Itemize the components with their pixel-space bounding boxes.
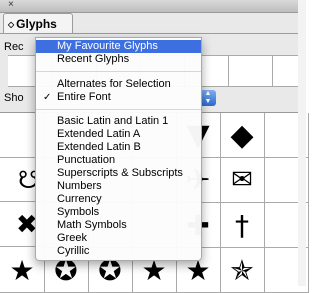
tab-glyphs-label: Glyphs bbox=[16, 17, 57, 31]
chevron-down-icon: ▼ bbox=[204, 98, 212, 105]
show-label: Sho bbox=[4, 92, 24, 104]
menu-item-extended-latin-a[interactable]: Extended Latin A bbox=[36, 128, 201, 141]
recent-cell-divider bbox=[228, 56, 229, 86]
chevron-up-icon: ▲ bbox=[204, 90, 212, 97]
menu-separator bbox=[36, 109, 201, 110]
tab-divider bbox=[0, 33, 298, 34]
menu-item-recent-glyphs[interactable]: Recent Glyphs bbox=[36, 53, 201, 66]
menu-item-superscripts-subscripts[interactable]: Superscripts & Subscripts bbox=[36, 167, 201, 180]
menu-item-my-favourite-glyphs[interactable]: My Favourite Glyphs bbox=[36, 40, 201, 53]
recent-label: Rec bbox=[4, 41, 24, 53]
outlined-star-glyph: ✯ bbox=[230, 253, 254, 287]
glyph-cell[interactable]: ✯ bbox=[220, 248, 265, 293]
menu-item-numbers[interactable]: Numbers bbox=[36, 180, 201, 193]
glyph-set-menu: My Favourite Glyphs Recent Glyphs Altern… bbox=[35, 37, 202, 261]
menu-item-punctuation[interactable]: Punctuation bbox=[36, 154, 201, 167]
close-icon[interactable]: × bbox=[8, 0, 14, 11]
panel-title-bar[interactable]: × bbox=[0, 0, 298, 13]
show-popup-stepper[interactable]: ▲ ▼ bbox=[200, 90, 216, 106]
tab-arrows-icon: ◇ bbox=[8, 20, 15, 29]
checkmark-icon: ✓ bbox=[43, 92, 52, 103]
menu-item-label: Entire Font bbox=[57, 91, 111, 103]
page-scrollbar[interactable] bbox=[298, 0, 306, 286]
menu-item-alternates[interactable]: Alternates for Selection bbox=[36, 78, 201, 91]
menu-item-symbols[interactable]: Symbols bbox=[36, 206, 201, 219]
envelope-glyph: ✉ bbox=[231, 165, 253, 195]
menu-item-math-symbols[interactable]: Math Symbols bbox=[36, 219, 201, 232]
recent-cell-divider bbox=[272, 56, 273, 86]
diamond-glyph: ◆ bbox=[230, 117, 254, 153]
menu-separator bbox=[36, 71, 201, 72]
dagger-glyph: † bbox=[235, 208, 249, 242]
star-glyph: ★ bbox=[9, 253, 35, 287]
menu-item-entire-font[interactable]: ✓ Entire Font bbox=[36, 91, 201, 104]
tab-glyphs[interactable]: ◇ Glyphs bbox=[3, 13, 73, 34]
menu-item-extended-latin-b[interactable]: Extended Latin B bbox=[36, 141, 201, 154]
menu-item-currency[interactable]: Currency bbox=[36, 193, 201, 206]
glyph-cell[interactable]: † bbox=[220, 203, 265, 248]
menu-item-greek[interactable]: Greek bbox=[36, 232, 201, 245]
menu-item-cyrillic[interactable]: Cyrillic bbox=[36, 245, 201, 258]
glyph-cell[interactable]: ◆ bbox=[220, 113, 265, 158]
glyph-cell[interactable]: ✉ bbox=[220, 158, 265, 203]
menu-item-basic-latin[interactable]: Basic Latin and Latin 1 bbox=[36, 115, 201, 128]
